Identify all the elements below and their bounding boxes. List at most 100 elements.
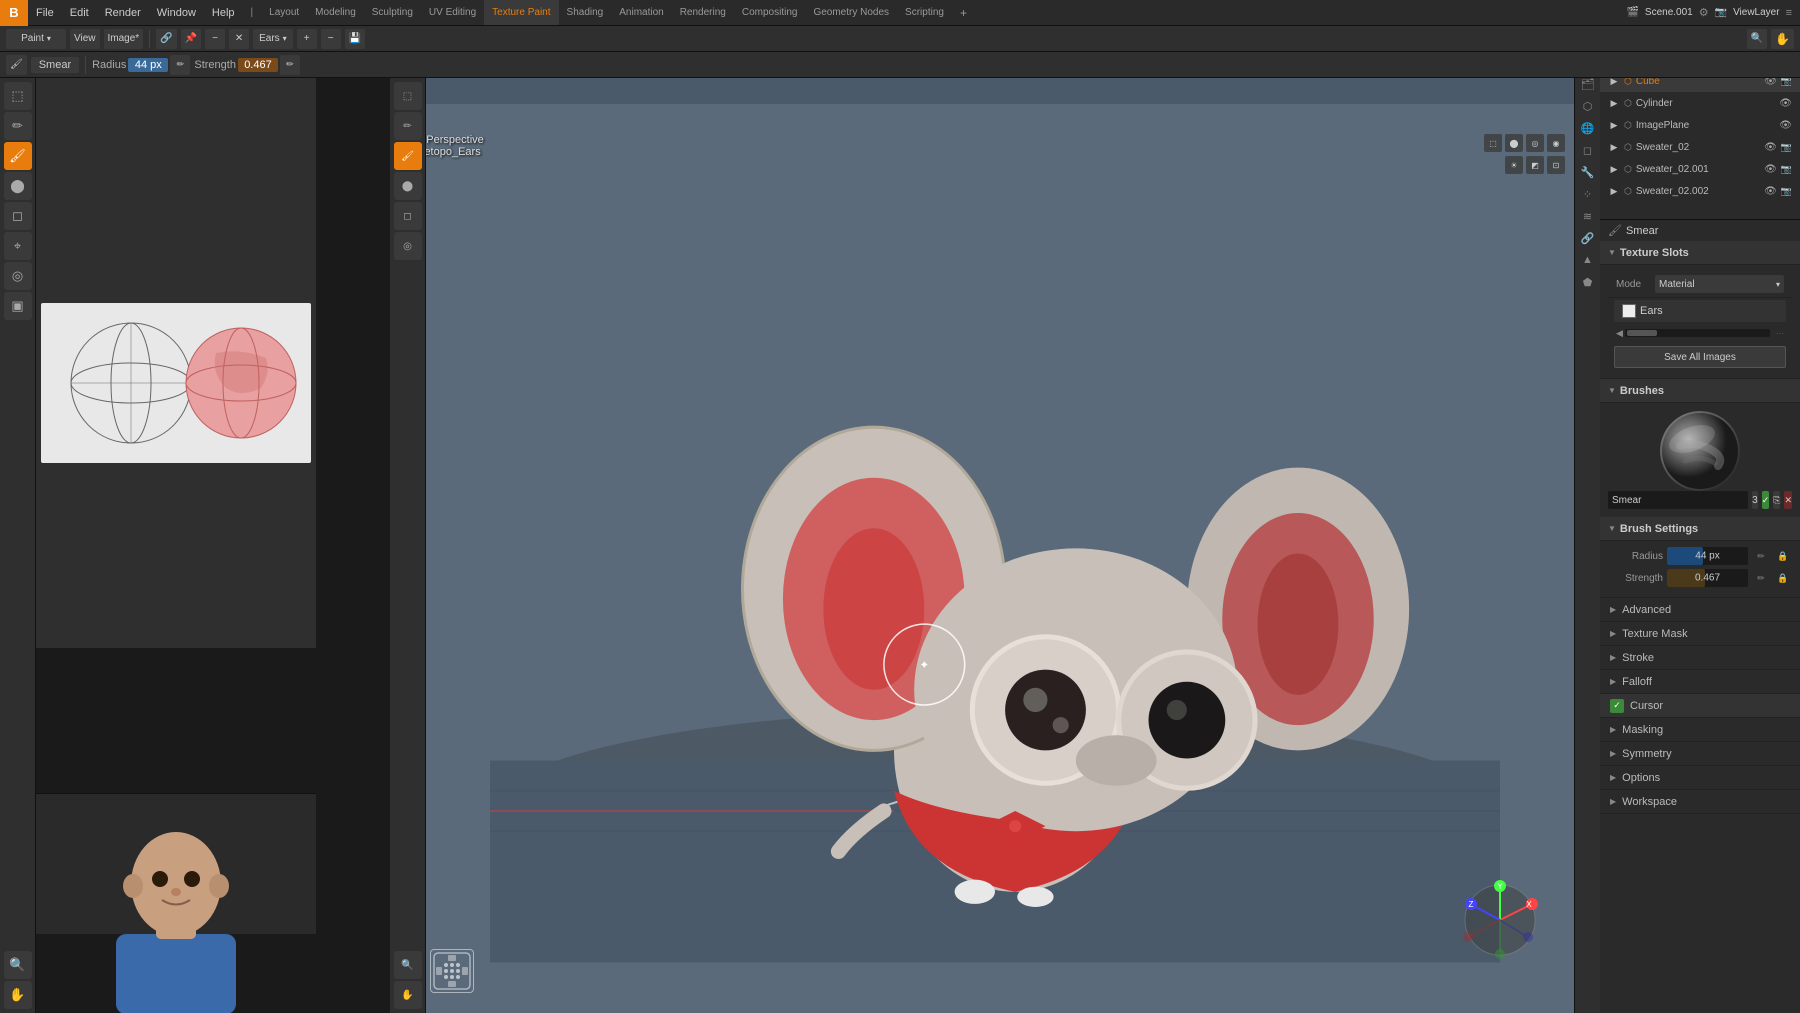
object-props-btn[interactable]: ◻ bbox=[1578, 140, 1598, 160]
physics-btn[interactable]: ≋ bbox=[1578, 206, 1598, 226]
x-btn[interactable]: ✕ bbox=[229, 29, 249, 49]
menu-edit[interactable]: Edit bbox=[62, 0, 97, 25]
vp-tool-erase[interactable]: ◻ bbox=[394, 202, 422, 230]
cursor-row[interactable]: ✓ Cursor bbox=[1600, 694, 1800, 718]
texture-slots-header[interactable]: ▼ Texture Slots bbox=[1600, 241, 1800, 265]
strength-edit-btn[interactable]: ✏ bbox=[280, 55, 300, 75]
settings-icon[interactable]: ⚙ bbox=[1699, 6, 1709, 19]
vp-tool-smear[interactable]: ◎ bbox=[394, 232, 422, 260]
brush-delete-btn[interactable]: ✕ bbox=[1784, 491, 1792, 509]
symmetry-row[interactable]: ▶ Symmetry bbox=[1600, 742, 1800, 766]
menu-texture-paint[interactable]: Texture Paint bbox=[484, 0, 558, 25]
tool-soften[interactable]: ◎ bbox=[4, 262, 32, 290]
pin-btn[interactable]: 📌 bbox=[181, 29, 201, 49]
minus-layer-btn[interactable]: − bbox=[321, 29, 341, 49]
vp-tool-paint[interactable]: 🖌 bbox=[394, 142, 422, 170]
menu-render[interactable]: Render bbox=[97, 0, 149, 25]
outliner-sweater-02[interactable]: ▶ ⬡ Sweater_02 👁 📷 bbox=[1600, 136, 1800, 158]
radius-lock-icon[interactable]: 🔒 bbox=[1774, 547, 1792, 565]
outliner-sweater-02-002[interactable]: ▶ ⬡ Sweater_02.002 👁 📷 bbox=[1600, 180, 1800, 202]
menu-window[interactable]: Window bbox=[149, 0, 204, 25]
viewport-shading-btn[interactable]: ☀ bbox=[1505, 156, 1523, 174]
menu-scripting[interactable]: Scripting bbox=[897, 0, 952, 25]
minus-btn[interactable]: − bbox=[205, 29, 225, 49]
vp-tool-move[interactable]: ✋ bbox=[394, 981, 422, 1009]
magnify-btn[interactable]: 🔍 bbox=[1747, 29, 1767, 49]
menu-uv-editing[interactable]: UV Editing bbox=[421, 0, 484, 25]
brush-settings-header[interactable]: ▼ Brush Settings bbox=[1600, 517, 1800, 541]
menu-geometry-nodes[interactable]: Geometry Nodes bbox=[805, 0, 897, 25]
sweater001-eye[interactable]: 👁 bbox=[1764, 164, 1777, 175]
vp-tool-zoom[interactable]: 🔍 bbox=[394, 951, 422, 979]
masking-row[interactable]: ▶ Masking bbox=[1600, 718, 1800, 742]
brush-name-field[interactable] bbox=[1608, 491, 1748, 509]
world-props-btn[interactable]: 🌐 bbox=[1578, 118, 1598, 138]
menu-rendering[interactable]: Rendering bbox=[672, 0, 734, 25]
menu-file[interactable]: File bbox=[28, 0, 62, 25]
image-star-btn[interactable]: Image* bbox=[104, 29, 144, 49]
sweater002-render[interactable]: 📷 bbox=[1781, 186, 1792, 197]
outliner-cylinder[interactable]: ▶ ⬡ Cylinder 👁 bbox=[1600, 92, 1800, 114]
menu-compositing[interactable]: Compositing bbox=[734, 0, 806, 25]
strength-value[interactable]: 0.467 bbox=[238, 58, 278, 72]
xray-btn[interactable]: ⊡ bbox=[1547, 156, 1565, 174]
funnel-icon[interactable]: ≡ bbox=[1786, 7, 1792, 19]
solid-btn[interactable]: ⬤ bbox=[1505, 134, 1523, 152]
modifier-props-btn[interactable]: 🔧 bbox=[1578, 162, 1598, 182]
strength-slider[interactable]: 0.467 bbox=[1667, 569, 1748, 587]
strength-pen-icon[interactable]: ✏ bbox=[1752, 569, 1770, 587]
sync-btn[interactable]: 🔗 bbox=[156, 29, 176, 49]
radius-pen-icon[interactable]: ✏ bbox=[1752, 547, 1770, 565]
brushes-header[interactable]: ▼ Brushes bbox=[1600, 379, 1800, 403]
texture-slot-ears[interactable]: Ears bbox=[1614, 300, 1786, 322]
view-gizmo[interactable]: X Y Z bbox=[1460, 880, 1540, 963]
outliner-sweater-02-001[interactable]: ▶ ⬡ Sweater_02.001 👁 📷 bbox=[1600, 158, 1800, 180]
brush-check-btn[interactable]: ✓ bbox=[1762, 491, 1770, 509]
move-tool[interactable]: ✋ bbox=[4, 981, 32, 1009]
brush-select-btn[interactable]: 🖌 bbox=[6, 55, 27, 75]
sweater001-render[interactable]: 📷 bbox=[1781, 164, 1792, 175]
tool-annotate[interactable]: ✏ bbox=[4, 112, 32, 140]
vp-tool-select[interactable]: ⬚ bbox=[394, 82, 422, 110]
render-btn[interactable]: ◉ bbox=[1547, 134, 1565, 152]
material-btn[interactable]: ◎ bbox=[1526, 134, 1544, 152]
layer-dropdown[interactable]: Ears ▾ bbox=[253, 29, 293, 49]
menu-sculpting[interactable]: Sculpting bbox=[364, 0, 421, 25]
texture-mask-row[interactable]: ▶ Texture Mask bbox=[1600, 622, 1800, 646]
radius-edit-btn[interactable]: ✏ bbox=[170, 55, 190, 75]
advanced-row[interactable]: ▶ Advanced bbox=[1600, 598, 1800, 622]
cursor-checkbox[interactable]: ✓ bbox=[1610, 699, 1624, 713]
nav-widget[interactable] bbox=[430, 949, 474, 993]
outliner-image-plane[interactable]: ▶ ⬡ ImagePlane 👁 bbox=[1600, 114, 1800, 136]
brush-copy-btn[interactable]: ⎘ bbox=[1773, 491, 1780, 509]
wireframe-btn[interactable]: ⬚ bbox=[1484, 134, 1502, 152]
sweater02-render[interactable]: 📷 bbox=[1781, 142, 1792, 153]
hand-btn[interactable]: ✋ bbox=[1771, 29, 1794, 49]
mode-dropdown[interactable]: Material ▾ bbox=[1655, 275, 1784, 293]
menu-add-workspace[interactable]: + bbox=[952, 0, 975, 25]
sweater002-eye[interactable]: 👁 bbox=[1764, 186, 1777, 197]
menu-modeling[interactable]: Modeling bbox=[307, 0, 364, 25]
data-props-btn[interactable]: ▲ bbox=[1578, 250, 1598, 270]
save-layer-btn[interactable]: 💾 bbox=[345, 29, 365, 49]
view-menu-btn[interactable]: View bbox=[70, 29, 100, 49]
vp-tool-annotate[interactable]: ✏ bbox=[394, 112, 422, 140]
vp-tool-fill[interactable]: ⬤ bbox=[394, 172, 422, 200]
save-all-images-btn[interactable]: Save All Images bbox=[1614, 346, 1786, 368]
scene-props-btn[interactable]: ⬡ bbox=[1578, 96, 1598, 116]
imageplane-eye[interactable]: 👁 bbox=[1779, 120, 1792, 131]
tool-select[interactable]: ⬚ bbox=[4, 82, 32, 110]
menu-help[interactable]: Help bbox=[204, 0, 243, 25]
new-layer-btn[interactable]: + bbox=[297, 29, 317, 49]
magnify-tool[interactable]: 🔍 bbox=[4, 951, 32, 979]
tool-fill[interactable]: ⬤ bbox=[4, 172, 32, 200]
radius-slider[interactable]: 44 px bbox=[1667, 547, 1748, 565]
menu-animation[interactable]: Animation bbox=[611, 0, 671, 25]
tool-mask[interactable]: ▣ bbox=[4, 292, 32, 320]
slot-scrollbar[interactable] bbox=[1625, 329, 1770, 337]
mode-dropdown[interactable]: Paint ▾ bbox=[6, 29, 66, 49]
material-props-btn[interactable]: ⬟ bbox=[1578, 272, 1598, 292]
tool-paint-active[interactable]: 🖌 bbox=[4, 142, 32, 170]
menu-shading[interactable]: Shading bbox=[559, 0, 612, 25]
cylinder-eye[interactable]: 👁 bbox=[1779, 98, 1792, 109]
